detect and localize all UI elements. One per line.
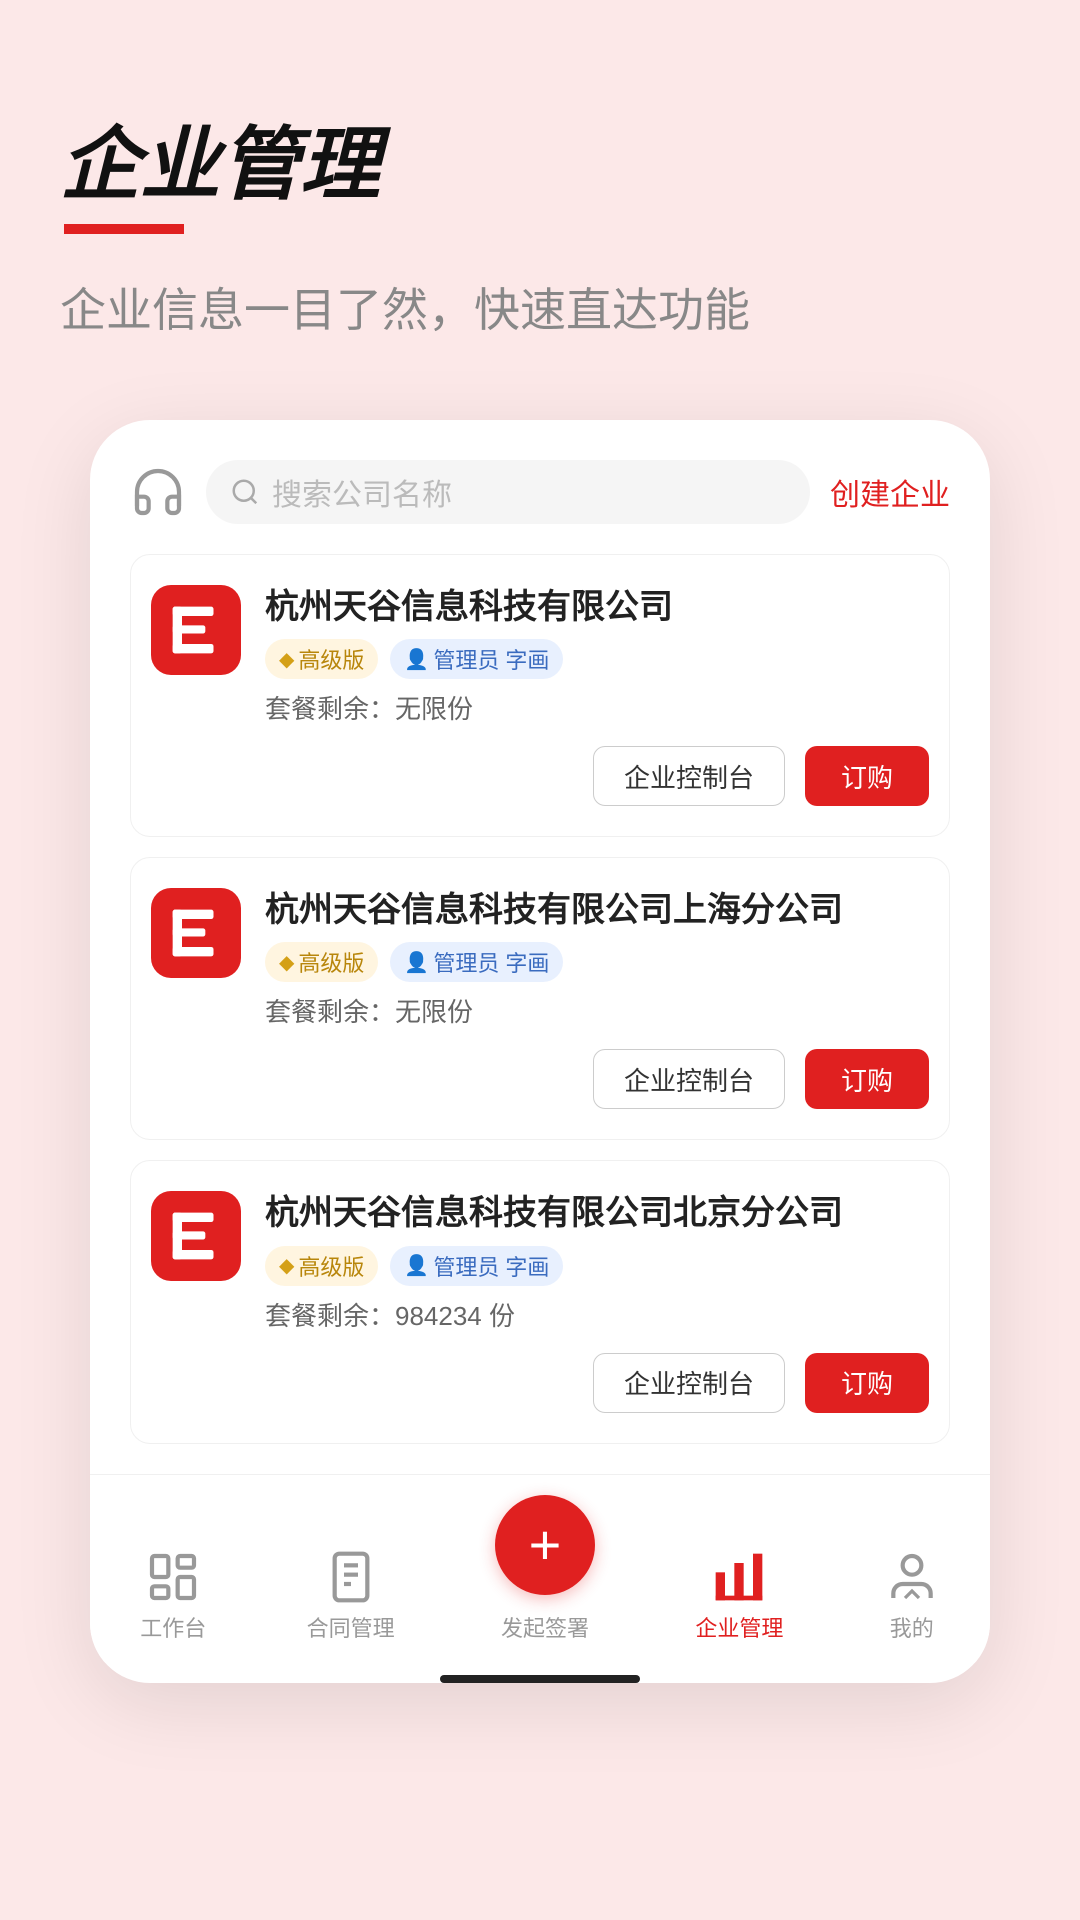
- company-tags-1: ◆ 高级版 👤 管理员 字画: [265, 639, 929, 679]
- bottom-nav: 工作台 合同管理 + 发起签署: [90, 1474, 990, 1663]
- tag-admin-1: 👤 管理员 字画: [390, 639, 563, 679]
- company-name-1: 杭州天谷信息科技有限公司: [265, 585, 929, 629]
- company-actions-3: 企业控制台 订购: [151, 1353, 929, 1413]
- home-indicator: [440, 1675, 640, 1683]
- person-icon-2: 👤: [404, 950, 429, 975]
- company-top-3: 杭州天谷信息科技有限公司北京分公司 ◆ 高级版 👤 管理员 字画 套餐剩余：98…: [151, 1191, 929, 1332]
- order-button-3[interactable]: 订购: [805, 1353, 929, 1413]
- nav-enterprise[interactable]: 企业管理: [695, 1549, 783, 1643]
- diamond-icon-3: ◆: [279, 1253, 294, 1278]
- company-card-2: 杭州天谷信息科技有限公司上海分公司 ◆ 高级版 👤 管理员 字画 套餐剩余：无限…: [130, 857, 950, 1140]
- control-panel-button-2[interactable]: 企业控制台: [593, 1049, 785, 1109]
- logo-svg-1: [161, 595, 231, 665]
- nav-workbench-label: 工作台: [140, 1611, 206, 1643]
- title-underline: [64, 224, 184, 234]
- create-enterprise-button[interactable]: 创建企业: [830, 470, 950, 514]
- company-list: 杭州天谷信息科技有限公司 ◆ 高级版 👤 管理员 字画 套餐剩余：无限份 企业控…: [130, 554, 950, 1444]
- person-icon-1: 👤: [404, 647, 429, 672]
- quota-line-1: 套餐剩余：无限份: [265, 689, 929, 726]
- control-panel-button-3[interactable]: 企业控制台: [593, 1353, 785, 1413]
- search-placeholder: 搜索公司名称: [272, 470, 452, 514]
- tag-premium-3: ◆ 高级版: [265, 1246, 378, 1286]
- company-logo-1: [151, 585, 241, 675]
- tag-premium-1: ◆ 高级版: [265, 639, 378, 679]
- workbench-icon: [145, 1549, 201, 1605]
- control-panel-button-1[interactable]: 企业控制台: [593, 746, 785, 806]
- quota-line-2: 套餐剩余：无限份: [265, 992, 929, 1029]
- company-name-2: 杭州天谷信息科技有限公司上海分公司: [265, 888, 929, 932]
- nav-contract-label: 合同管理: [307, 1611, 395, 1643]
- page-subtitle: 企业信息一目了然，快速直达功能: [60, 274, 1020, 340]
- company-info-3: 杭州天谷信息科技有限公司北京分公司 ◆ 高级版 👤 管理员 字画 套餐剩余：98…: [265, 1191, 929, 1332]
- contract-icon: [323, 1549, 379, 1605]
- company-card-1: 杭州天谷信息科技有限公司 ◆ 高级版 👤 管理员 字画 套餐剩余：无限份 企业控…: [130, 554, 950, 837]
- nav-contract[interactable]: 合同管理: [307, 1549, 395, 1643]
- headset-icon[interactable]: [130, 464, 186, 520]
- company-logo-3: [151, 1191, 241, 1281]
- search-row: 搜索公司名称 创建企业: [130, 460, 950, 524]
- company-logo-2: [151, 888, 241, 978]
- search-icon: [230, 477, 260, 507]
- company-card-3: 杭州天谷信息科技有限公司北京分公司 ◆ 高级版 👤 管理员 字画 套餐剩余：98…: [130, 1160, 950, 1443]
- company-name-3: 杭州天谷信息科技有限公司北京分公司: [265, 1191, 929, 1235]
- diamond-icon-2: ◆: [279, 950, 294, 975]
- logo-svg-3: [161, 1201, 231, 1271]
- nav-profile-label: 我的: [890, 1611, 934, 1643]
- fab-button[interactable]: +: [495, 1495, 595, 1595]
- fab-plus-icon: +: [529, 1517, 562, 1573]
- nav-fab-item: + 发起签署: [495, 1495, 595, 1643]
- tag-admin-2: 👤 管理员 字画: [390, 942, 563, 982]
- phone-mockup: 搜索公司名称 创建企业 杭州天谷信息科技有限公司 ◆: [90, 420, 990, 1683]
- profile-icon: [884, 1549, 940, 1605]
- nav-fab-label: 发起签署: [501, 1611, 589, 1643]
- company-actions-2: 企业控制台 订购: [151, 1049, 929, 1109]
- person-icon-3: 👤: [404, 1253, 429, 1278]
- company-top-1: 杭州天谷信息科技有限公司 ◆ 高级版 👤 管理员 字画 套餐剩余：无限份: [151, 585, 929, 726]
- company-actions-1: 企业控制台 订购: [151, 746, 929, 806]
- order-button-1[interactable]: 订购: [805, 746, 929, 806]
- company-info-1: 杭州天谷信息科技有限公司 ◆ 高级版 👤 管理员 字画 套餐剩余：无限份: [265, 585, 929, 726]
- nav-enterprise-label: 企业管理: [695, 1611, 783, 1643]
- company-tags-2: ◆ 高级版 👤 管理员 字画: [265, 942, 929, 982]
- enterprise-icon: [711, 1549, 767, 1605]
- logo-svg-2: [161, 898, 231, 968]
- tag-premium-2: ◆ 高级版: [265, 942, 378, 982]
- page-header: 企业管理 企业信息一目了然，快速直达功能: [60, 100, 1020, 340]
- nav-profile[interactable]: 我的: [884, 1549, 940, 1643]
- title-text: 企业管理: [60, 120, 380, 209]
- order-button-2[interactable]: 订购: [805, 1049, 929, 1109]
- nav-workbench[interactable]: 工作台: [140, 1549, 206, 1643]
- diamond-icon-1: ◆: [279, 647, 294, 672]
- company-top-2: 杭州天谷信息科技有限公司上海分公司 ◆ 高级版 👤 管理员 字画 套餐剩余：无限…: [151, 888, 929, 1029]
- page-title: 企业管理: [60, 100, 380, 234]
- search-input[interactable]: 搜索公司名称: [206, 460, 810, 524]
- quota-line-3: 套餐剩余：984234 份: [265, 1296, 929, 1333]
- company-tags-3: ◆ 高级版 👤 管理员 字画: [265, 1246, 929, 1286]
- company-info-2: 杭州天谷信息科技有限公司上海分公司 ◆ 高级版 👤 管理员 字画 套餐剩余：无限…: [265, 888, 929, 1029]
- tag-admin-3: 👤 管理员 字画: [390, 1246, 563, 1286]
